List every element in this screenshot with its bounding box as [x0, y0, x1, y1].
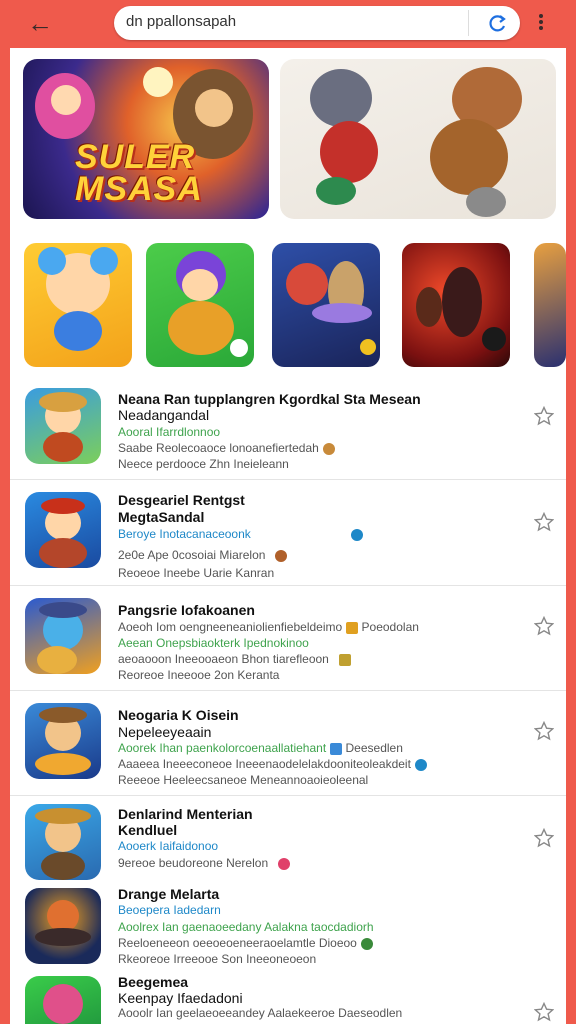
star-icon[interactable] — [534, 721, 554, 741]
result-subtitle: Kendluel — [118, 822, 178, 838]
app-icon — [25, 976, 101, 1024]
app-icon — [25, 804, 101, 880]
app-tile-4[interactable] — [402, 243, 510, 367]
badge-icon — [330, 742, 343, 755]
app-tile-2[interactable] — [146, 243, 254, 367]
frame-left — [0, 0, 10, 1024]
back-arrow-icon[interactable]: ← — [26, 10, 54, 38]
list-item[interactable]: Pangsrie Iofakoanen Aoeoh Iom oengneenea… — [10, 586, 566, 690]
banner-title: SULER MSASA — [75, 138, 203, 208]
heart-icon — [278, 857, 291, 870]
refresh-search-icon[interactable] — [486, 12, 508, 34]
result-extra: Poeodolan — [361, 620, 419, 634]
star-icon[interactable] — [534, 406, 554, 426]
result-line-text: 9ereoe beudoreone Nerelon — [118, 856, 269, 870]
app-icon — [25, 888, 101, 964]
result-title: Pangsrie Iofakoanen — [118, 602, 255, 618]
result-extra: Deesedlen — [345, 741, 403, 755]
result-line-text: Saabe Reolecoaoce lonoanefiertedah — [118, 441, 319, 455]
result-title: Neana Ran tupplangren Kgordkal Sta Mesea… — [118, 391, 421, 407]
badge-icon — [414, 758, 427, 771]
search-query: dn ppallonsapah — [126, 13, 237, 30]
result-line-text: Beroye Inotacanaceoonk — [118, 527, 251, 541]
list-item[interactable]: Drange Melarta Beoepera Iadedarn Aoolrex… — [10, 886, 566, 972]
list-item[interactable]: Desgeariel Rentgst MegtaSandal Beroye In… — [10, 480, 566, 584]
result-title: Denlarind Menterian — [118, 806, 253, 822]
star-icon[interactable] — [534, 512, 554, 532]
result-line: 2e0e Ape 0cosoiai Miarelon — [118, 548, 288, 562]
result-subtitle: Nepeleeyeaain — [118, 724, 212, 740]
result-line: Aooolr Ian geelaeoeeandey Aalaekeeroe Da… — [118, 1006, 403, 1020]
app-icon — [25, 703, 101, 779]
globe-icon — [360, 937, 373, 950]
badge-icon — [322, 442, 335, 455]
result-subtitle: MegtaSandal — [118, 509, 205, 525]
result-line: Reoeoe Ineebe Uarie Kanran — [118, 566, 275, 580]
result-line: Rkeoreoe Irreeooe Son Ineeoneoeon — [118, 952, 317, 966]
result-line-text: Aoeoh Iom oengneeneaniolienfiebeldeimo — [118, 620, 343, 634]
result-line-text: 2e0e Ape 0cosoiai Miarelon — [118, 548, 266, 562]
search-input[interactable]: dn ppallonsapah — [114, 6, 520, 40]
badge-icon — [346, 621, 359, 634]
result-line: 9ereoe beudoreone Nerelon — [118, 856, 291, 870]
top-bar: ← dn ppallonsapah — [0, 0, 576, 48]
result-line: Aooral Ifarrdlonnoo — [118, 425, 221, 439]
result-title: Desgeariel Rentgst — [118, 492, 245, 508]
app-icon — [25, 598, 101, 674]
result-line: Aeean Onepsbiaokterk Ipednokinoo — [118, 636, 309, 650]
app-tile-3[interactable] — [272, 243, 380, 367]
result-subtitle: Neadangandal — [118, 407, 210, 423]
result-line-text: Reeloeneeon oeeoeoeneeraoelamtle Dioeoo — [118, 936, 357, 950]
app-icon — [25, 492, 101, 568]
overflow-menu-icon[interactable] — [534, 12, 548, 36]
result-line: Beoepera Iadedarn — [118, 903, 221, 917]
featured-banner-1[interactable]: SULER MSASA — [23, 59, 269, 219]
result-line: Aoorek Ihan paenkolorcoenaallatiehant De… — [118, 741, 403, 755]
list-item[interactable]: Neogaria K Oisein Nepeleeyeaain Aoorek I… — [10, 691, 566, 795]
app-tile-1[interactable] — [24, 243, 132, 367]
result-line: Aoeoh Iom oengneeneaniolienfiebeldeimo P… — [118, 620, 419, 634]
result-line: Reeloeneeon oeeoeoeneeraoelamtle Dioeoo — [118, 936, 373, 950]
list-item[interactable]: Neana Ran tupplangren Kgordkal Sta Mesea… — [10, 378, 566, 478]
results-content: SULER MSASA Neana Ran tupplangren Kgordk… — [10, 48, 566, 1024]
featured-banner-2[interactable] — [280, 59, 556, 219]
result-line: Beroye Inotacanaceoonk — [118, 527, 363, 541]
result-line: aeoaooon Ineeooaeon Bhon tiarefleoon — [118, 652, 351, 666]
result-title: Beegemea — [118, 974, 189, 990]
result-line: Reoreoe Ineeooe 2on Keranta — [118, 668, 280, 682]
result-line: Aoolrex Ian gaenaoeedany Aalakna taocdad… — [118, 920, 374, 934]
result-subtitle: Keenpay Ifaedadoni — [118, 990, 243, 1006]
app-icon — [25, 388, 101, 464]
result-line-text: aeoaooon Ineeooaeon Bhon tiarefleoon — [118, 652, 329, 666]
result-line-text: Aoorek Ihan paenkolorcoenaallatiehant — [118, 741, 327, 755]
search-divider — [468, 10, 469, 36]
result-line: Neece perdooce Zhn Ineieleann — [118, 457, 289, 471]
frame-right — [566, 0, 576, 1024]
result-line: Saabe Reolecoaoce lonoanefiertedah — [118, 441, 335, 455]
star-icon[interactable] — [534, 616, 554, 636]
result-line-text: Aaaeea Ineeeconeoe Ineeenaodelelakdoonit… — [118, 757, 411, 771]
list-item[interactable]: Beegemea Keenpay Ifaedadoni Aooolr Ian g… — [10, 972, 566, 1024]
list-item[interactable]: Denlarind Menterian Kendluel Aooerk Iaif… — [10, 796, 566, 888]
badge-icon — [350, 528, 363, 541]
badge-icon — [338, 653, 351, 666]
result-line: Aooerk Iaifaidonoo — [118, 839, 219, 853]
star-icon[interactable] — [534, 1002, 554, 1022]
badge-icon — [275, 549, 288, 562]
app-tile-5[interactable] — [534, 243, 566, 367]
result-line: Reeeoe Heeleecsaneoe Meneannoaoieoleenal — [118, 773, 369, 787]
result-line: Aaaeea Ineeeconeoe Ineeenaodelelakdoonit… — [118, 757, 427, 771]
star-icon[interactable] — [534, 828, 554, 848]
result-title: Drange Melarta — [118, 886, 220, 902]
result-title: Neogaria K Oisein — [118, 707, 239, 723]
